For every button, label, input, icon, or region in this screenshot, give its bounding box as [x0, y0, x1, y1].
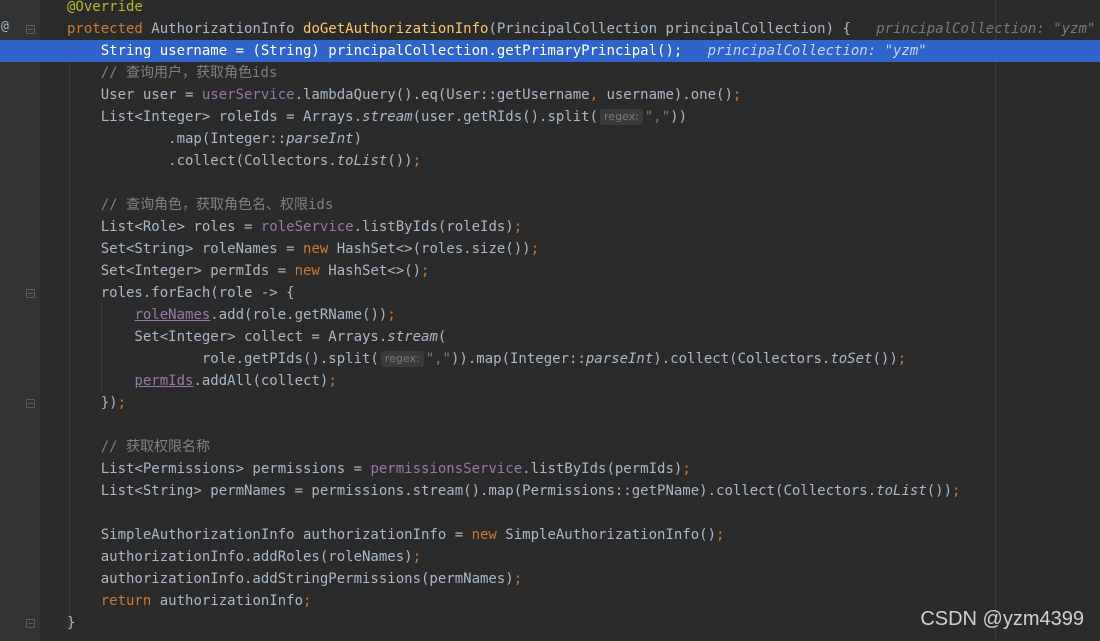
code-line: List<String> permNames = permissions.str…: [67, 483, 961, 499]
code-comment: // 查询角色，获取角色名、权限ids: [100, 197, 334, 213]
parameter-hint: regex:: [600, 109, 643, 125]
code-line: SimpleAuthorizationInfo authorizationInf…: [67, 527, 725, 543]
code-line: authorizationInfo.addRoles(roleNames);: [67, 549, 422, 565]
code-comment: // 查询用户，获取角色ids: [100, 65, 278, 81]
code-line: });: [67, 395, 127, 411]
code-line: roles.forEach(role -> {: [67, 285, 295, 301]
inline-debug-value: principalCollection: "yzm": [876, 21, 1096, 37]
code-line: Set<Integer> permIds = new HashSet<>();: [67, 263, 430, 279]
override-marker-icon[interactable]: @: [1, 19, 9, 34]
code-comment: // 获取权限名称: [100, 439, 211, 455]
code-line: .map(Integer::parseInt): [67, 131, 363, 147]
code-line: protected AuthorizationInfo doGetAuthori…: [67, 21, 1096, 37]
code-line: // 获取权限名称: [40, 436, 1100, 458]
current-execution-line: String username = (String) principalColl…: [0, 40, 1100, 62]
fold-toggle-icon[interactable]: [26, 619, 35, 628]
code-line: roleNames.add(role.getRName());: [134, 307, 396, 323]
code-line: role.getPIds().split(regex: ",")).map(Int…: [67, 351, 907, 367]
code-line: List<Permissions> permissions = permissi…: [67, 461, 691, 477]
fold-toggle-icon[interactable]: [26, 399, 35, 408]
code-line: Set<Integer> collect = Arrays.stream(: [67, 329, 447, 345]
code-line: .collect(Collectors.toList());: [67, 153, 422, 169]
code-line: List<Role> roles = roleService.listByIds…: [67, 219, 523, 235]
code-line: @Override: [67, 0, 143, 15]
parameter-hint: regex:: [380, 351, 424, 367]
code-line: User user = userService.lambdaQuery().eq…: [67, 87, 742, 103]
code-line: List<Integer> roleIds = Arrays.stream(us…: [67, 109, 688, 125]
fold-toggle-icon[interactable]: [26, 25, 35, 34]
code-editor[interactable]: @Override protected AuthorizationInfo do…: [0, 0, 1100, 641]
code-line: authorizationInfo.addStringPermissions(p…: [67, 571, 523, 587]
code-line: permIds.addAll(collect);: [134, 373, 337, 389]
code-line: // 查询角色，获取角色名、权限ids: [40, 194, 1100, 216]
watermark: CSDN @yzm4399: [920, 608, 1084, 630]
inline-debug-value: principalCollection: "yzm": [707, 43, 927, 59]
code-line: // 查询用户，获取角色ids: [40, 62, 1100, 84]
code-line: Set<String> roleNames = new HashSet<>(ro…: [67, 241, 540, 257]
editor-gutter[interactable]: @: [0, 0, 40, 641]
fold-toggle-icon[interactable]: [26, 289, 35, 298]
